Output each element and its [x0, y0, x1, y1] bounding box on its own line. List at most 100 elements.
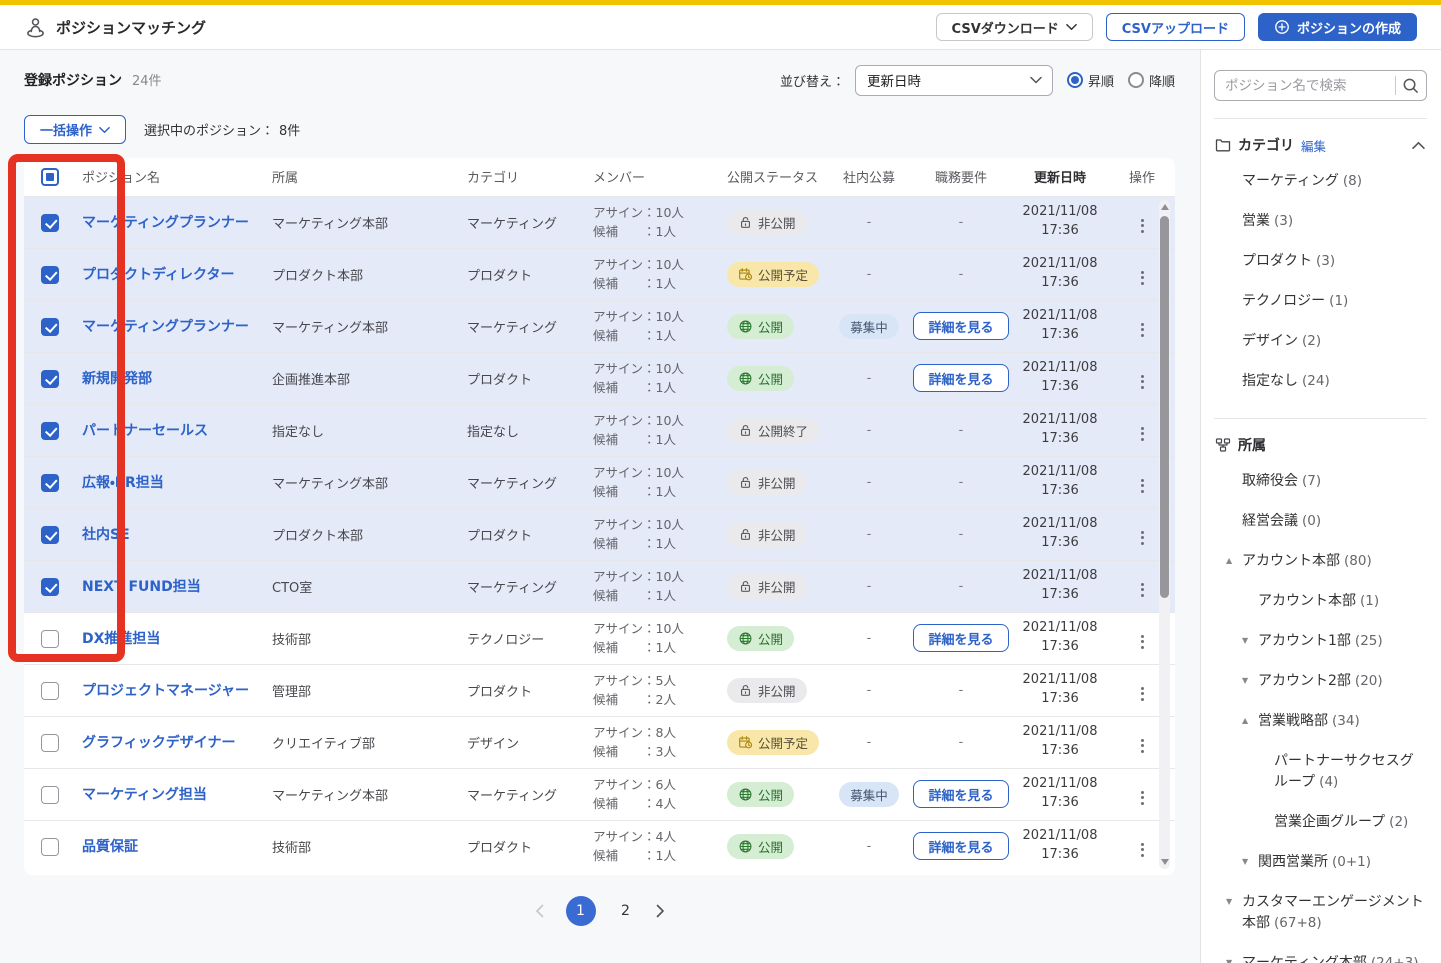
category-item[interactable]: 営業(3) [1214, 201, 1427, 241]
row-menu-button[interactable] [1134, 474, 1151, 498]
next-page-button[interactable] [656, 904, 665, 918]
view-detail-button[interactable]: 詳細を見る [913, 364, 1008, 392]
row-menu-button[interactable] [1134, 578, 1151, 602]
department-item[interactable]: 営業企画グループ(2) [1214, 802, 1427, 842]
row-checkbox[interactable] [41, 370, 59, 388]
bulk-action-button[interactable]: 一括操作 [24, 115, 126, 144]
scrollbar-thumb[interactable] [1160, 216, 1169, 598]
department-item[interactable]: パートナーサクセスグループ(4) [1214, 741, 1427, 802]
position-name-link[interactable]: マーケティングプランナー [82, 215, 249, 231]
department-item[interactable]: ▼カスタマーエンゲージメント本部(67+8) [1214, 882, 1427, 943]
row-menu-button[interactable] [1134, 682, 1151, 706]
filter-sidebar: カテゴリ 編集 マーケティング(8)営業(3)プロダクト(3)テクノロジー(1)… [1200, 50, 1441, 963]
tree-toggle-icon[interactable]: ▼ [1226, 957, 1242, 963]
position-name-link[interactable]: パートナーセールス [82, 423, 208, 439]
csv-download-button[interactable]: CSVダウンロード [936, 13, 1093, 41]
chevron-up-icon[interactable] [1412, 141, 1425, 150]
row-checkbox[interactable] [41, 734, 59, 752]
search-icon[interactable] [1401, 76, 1420, 95]
category-item[interactable]: テクノロジー(1) [1214, 281, 1427, 321]
row-checkbox[interactable] [41, 474, 59, 492]
row-menu-button[interactable] [1134, 630, 1151, 654]
tree-toggle-icon[interactable]: ▲ [1226, 555, 1242, 567]
row-checkbox[interactable] [41, 422, 59, 440]
row-menu-button[interactable] [1134, 734, 1151, 758]
tree-toggle-icon[interactable]: ▼ [1242, 856, 1258, 868]
department-cell: CTO室 [266, 560, 461, 612]
row-menu-button[interactable] [1134, 422, 1151, 446]
department-item[interactable]: 経営会議(0) [1214, 501, 1427, 541]
select-all-checkbox[interactable] [41, 168, 59, 186]
department-item[interactable]: 取締役会(7) [1214, 461, 1427, 501]
table-row: プロジェクトマネージャー管理部プロダクトアサイン：5人候補 ：2人非公開--20… [24, 664, 1175, 716]
row-checkbox[interactable] [41, 786, 59, 804]
row-menu-button[interactable] [1134, 526, 1151, 550]
sort-asc-radio[interactable]: 昇順 [1067, 71, 1114, 90]
category-edit-link[interactable]: 編集 [1301, 136, 1326, 155]
category-cell: プロダクト [461, 248, 587, 300]
row-menu-button[interactable] [1134, 266, 1151, 290]
row-checkbox[interactable] [41, 526, 59, 544]
prev-page-button[interactable] [535, 904, 544, 918]
sort-select[interactable]: 更新日時 [855, 65, 1053, 96]
row-checkbox[interactable] [41, 266, 59, 284]
row-checkbox[interactable] [41, 630, 59, 648]
view-detail-button[interactable]: 詳細を見る [913, 780, 1008, 808]
row-checkbox[interactable] [41, 578, 59, 596]
tree-toggle-icon[interactable]: ▲ [1242, 715, 1258, 727]
view-detail-button[interactable]: 詳細を見る [913, 312, 1008, 340]
empty-value: - [827, 248, 911, 300]
position-name-link[interactable]: プロダクトディレクター [82, 267, 234, 283]
department-item[interactable]: ▼マーケティング本部(24+3) [1214, 943, 1427, 963]
row-menu-button[interactable] [1134, 370, 1151, 394]
position-name-link[interactable]: 品質保証 [82, 839, 138, 855]
view-detail-button[interactable]: 詳細を見る [913, 624, 1008, 652]
page-button[interactable]: 2 [618, 903, 634, 919]
lock-icon [738, 579, 753, 594]
row-checkbox[interactable] [41, 214, 59, 232]
position-name-link[interactable]: グラフィックデザイナー [82, 735, 235, 751]
category-item[interactable]: デザイン(2) [1214, 321, 1427, 361]
scroll-up-icon[interactable] [1161, 204, 1169, 210]
create-position-button[interactable]: ポジションの作成 [1258, 13, 1417, 41]
category-item[interactable]: マーケティング(8) [1214, 161, 1427, 201]
row-checkbox[interactable] [41, 838, 59, 856]
position-name-link[interactable]: マーケティングプランナー [82, 319, 249, 335]
csv-upload-button[interactable]: CSVアップロード [1106, 13, 1245, 41]
department-item[interactable]: ▲アカウント本部(80) [1214, 541, 1427, 581]
department-item[interactable]: ▼アカウント1部(25) [1214, 621, 1427, 661]
position-name-link[interactable]: 新規開発部 [82, 371, 152, 387]
category-item[interactable]: 指定なし(24) [1214, 361, 1427, 401]
row-checkbox[interactable] [41, 682, 59, 700]
tree-toggle-icon[interactable]: ▼ [1242, 635, 1258, 647]
row-menu-button[interactable] [1134, 214, 1151, 238]
row-checkbox[interactable] [41, 318, 59, 336]
position-name-link[interactable]: マーケティング担当 [82, 787, 207, 803]
chevron-down-icon [1066, 23, 1077, 31]
updated-datetime: 2021/11/0817:36 [1011, 560, 1109, 612]
department-item[interactable]: ▲営業戦略部(34) [1214, 701, 1427, 741]
table-header-row: ポジション名 所属 カテゴリ メンバー 公開ステータス 社内公募 職務要件 更新… [24, 158, 1175, 196]
scroll-down-icon[interactable] [1161, 859, 1169, 865]
position-name-link[interactable]: NEXT FUND担当 [82, 579, 201, 595]
page-button[interactable]: 1 [566, 896, 596, 926]
lock-icon [738, 683, 753, 698]
row-menu-button[interactable] [1134, 786, 1151, 810]
row-menu-button[interactable] [1134, 838, 1151, 862]
table-scrollbar[interactable] [1159, 200, 1170, 869]
position-name-link[interactable]: プロジェクトマネージャー [82, 683, 249, 699]
category-item[interactable]: プロダクト(3) [1214, 241, 1427, 281]
calendar-clock-icon [738, 735, 753, 750]
department-item[interactable]: アカウント本部(1) [1214, 581, 1427, 621]
position-name-link[interactable]: DX推進担当 [82, 631, 160, 647]
tree-toggle-icon[interactable]: ▼ [1226, 896, 1242, 908]
sort-desc-radio[interactable]: 降順 [1128, 71, 1175, 90]
position-name-link[interactable]: 社内SE [82, 527, 130, 543]
view-detail-button[interactable]: 詳細を見る [913, 832, 1008, 860]
position-name-link[interactable]: 広報・PR担当 [82, 475, 164, 491]
row-menu-button[interactable] [1134, 318, 1151, 342]
department-item[interactable]: ▼アカウント2部(20) [1214, 661, 1427, 701]
publish-status-badge: 公開 [727, 366, 794, 391]
tree-toggle-icon[interactable]: ▼ [1242, 675, 1258, 687]
department-item[interactable]: ▼関西営業所(0+1) [1214, 842, 1427, 882]
